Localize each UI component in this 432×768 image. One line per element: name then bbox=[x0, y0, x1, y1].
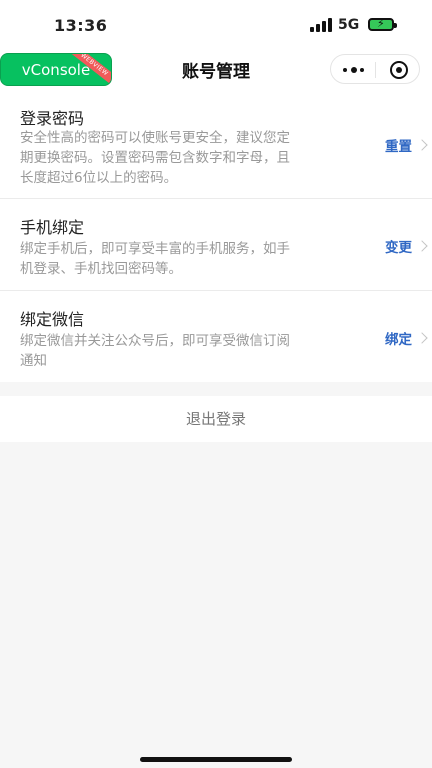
desc-line: 通知 bbox=[20, 353, 47, 369]
action-label: 重置 bbox=[385, 139, 412, 155]
item-description: 绑定微信并关注公众号后，即可享受微信订阅 通知 bbox=[20, 331, 338, 371]
item-title: 绑定微信 bbox=[20, 310, 85, 329]
desc-line: 安全性高的密码可以使账号更安全，建议您定 bbox=[20, 130, 290, 146]
status-time: 13:36 bbox=[54, 16, 108, 35]
status-bar: 13:36 5G ⚡ bbox=[0, 0, 432, 48]
desc-line: 期更换密码。设置密码需包含数字和字母，且 bbox=[20, 150, 290, 166]
home-indicator bbox=[140, 757, 292, 762]
change-phone-button[interactable]: 变更 bbox=[385, 236, 428, 256]
more-icon[interactable] bbox=[343, 67, 365, 73]
network-type: 5G bbox=[338, 17, 360, 33]
target-icon[interactable] bbox=[390, 61, 408, 79]
item-description: 绑定手机后，即可享受丰富的手机服务，如手 机登录、手机找回密码等。 bbox=[20, 239, 338, 279]
nav-bar: vConsole WEBVIEW 账号管理 bbox=[0, 48, 432, 90]
desc-line: 长度超过6位以上的密码。 bbox=[20, 170, 178, 186]
list-item-wechat-binding[interactable]: 绑定微信 绑定微信并关注公众号后，即可享受微信订阅 通知 绑定 bbox=[0, 291, 432, 382]
desc-line: 绑定手机后，即可享受丰富的手机服务，如手 bbox=[20, 241, 290, 257]
logout-button[interactable]: 退出登录 bbox=[0, 396, 432, 442]
item-description: 安全性高的密码可以使账号更安全，建议您定 期更换密码。设置密码需包含数字和字母，… bbox=[20, 128, 338, 188]
chevron-right-icon bbox=[416, 240, 428, 252]
charging-bolt-icon: ⚡ bbox=[377, 17, 385, 30]
capsule-divider bbox=[375, 62, 376, 78]
chevron-right-icon bbox=[416, 332, 428, 344]
item-title: 手机绑定 bbox=[20, 218, 85, 237]
list-item-login-password[interactable]: 登录密码 安全性高的密码可以使账号更安全，建议您定 期更换密码。设置密码需包含数… bbox=[0, 90, 432, 199]
bind-wechat-button[interactable]: 绑定 bbox=[385, 328, 428, 348]
miniprogram-capsule bbox=[330, 54, 420, 84]
list-item-phone-binding[interactable]: 手机绑定 绑定手机后，即可享受丰富的手机服务，如手 机登录、手机找回密码等。 变… bbox=[0, 199, 432, 291]
desc-line: 绑定微信并关注公众号后，即可享受微信订阅 bbox=[20, 333, 290, 349]
chevron-right-icon bbox=[416, 139, 428, 151]
item-title: 登录密码 bbox=[20, 109, 85, 128]
action-label: 绑定 bbox=[385, 332, 412, 348]
action-label: 变更 bbox=[385, 240, 412, 256]
desc-line: 机登录、手机找回密码等。 bbox=[20, 261, 182, 277]
battery-icon: ⚡ bbox=[368, 17, 397, 31]
reset-password-button[interactable]: 重置 bbox=[385, 135, 428, 155]
account-settings-list: 登录密码 安全性高的密码可以使账号更安全，建议您定 期更换密码。设置密码需包含数… bbox=[0, 90, 432, 382]
signal-icon bbox=[310, 18, 332, 32]
